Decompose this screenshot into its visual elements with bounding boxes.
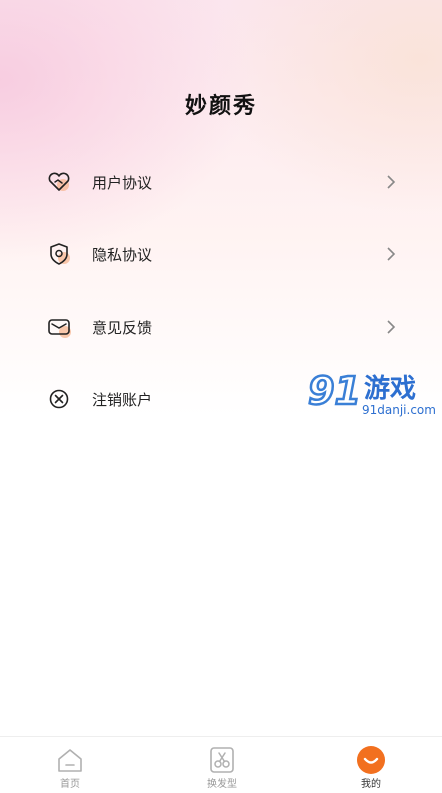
menu-item-user-agreement[interactable]: 用户协议: [0, 160, 442, 204]
bottom-tab-bar: 首页 换发型 我的: [0, 736, 442, 793]
menu-item-feedback[interactable]: 意见反馈: [0, 305, 442, 349]
close-circle-icon: [45, 385, 73, 413]
watermark-logo: 91 游戏 91danji.com: [306, 366, 442, 426]
home-icon: [58, 749, 82, 772]
watermark-url: 91danji.com: [362, 403, 436, 417]
chevron-right-icon: [387, 247, 396, 261]
tab-label: 我的: [361, 779, 381, 790]
menu-item-privacy-policy[interactable]: 隐私协议: [0, 232, 442, 276]
tab-home[interactable]: 首页: [25, 737, 115, 793]
tab-label: 换发型: [207, 779, 237, 790]
menu-item-label: 注销账户: [92, 390, 153, 409]
heart-handshake-icon: [45, 168, 73, 196]
tab-label: 首页: [60, 779, 80, 790]
mail-icon: [45, 313, 73, 341]
page-title: 妙颜秀: [184, 94, 257, 119]
shield-icon: [45, 240, 73, 268]
menu-item-label: 用户协议: [92, 173, 153, 192]
scissors-icon: [210, 747, 234, 773]
menu-item-label: 隐私协议: [92, 245, 153, 264]
tab-change-hairstyle[interactable]: 换发型: [177, 737, 267, 793]
chevron-right-icon: [387, 320, 396, 334]
smile-icon: [357, 746, 385, 774]
tab-mine[interactable]: 我的: [326, 737, 416, 793]
chevron-right-icon: [387, 175, 396, 189]
watermark-brand: 游戏: [364, 374, 417, 404]
menu-item-label: 意见反馈: [92, 318, 153, 337]
watermark-number: 91: [308, 369, 361, 413]
